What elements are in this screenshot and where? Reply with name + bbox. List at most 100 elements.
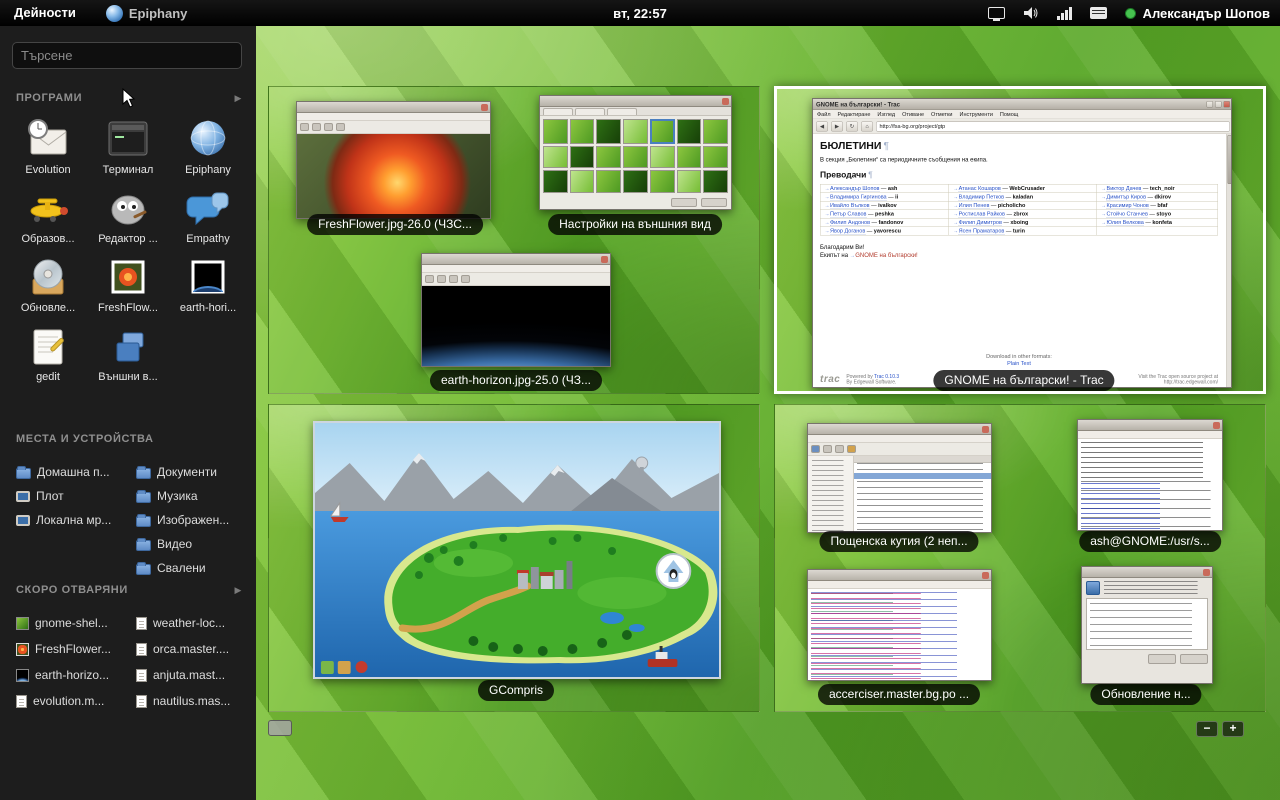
app-item-epiphany[interactable]: Epiphany bbox=[169, 116, 247, 176]
search-input[interactable] bbox=[12, 42, 242, 69]
recent-item[interactable]: anjuta.mast... bbox=[136, 662, 248, 688]
window-title-label: GNOME на български! - Trac bbox=[933, 370, 1114, 391]
window-updates[interactable] bbox=[1081, 566, 1213, 684]
place-videos[interactable]: Видео bbox=[136, 532, 248, 556]
menu-edit[interactable]: Редактиране bbox=[838, 111, 871, 117]
app-item-freshflower[interactable]: FreshFlow... bbox=[89, 254, 167, 314]
menu-help[interactable]: Помощ bbox=[1000, 111, 1018, 117]
place-pictures[interactable]: Изображен... bbox=[136, 508, 248, 532]
page-heading: БЮЛЕТИНИ¶ bbox=[820, 140, 1218, 152]
minimize-button[interactable] bbox=[1207, 101, 1214, 108]
url-bar[interactable]: http://fsa-bg.org/project/gtp bbox=[876, 121, 1230, 131]
window-po-editor[interactable] bbox=[807, 569, 992, 681]
workspace-1[interactable]: FreshFlower.jpg-26.0 (ЧЗС... Настройки н… bbox=[268, 86, 760, 394]
translator-link[interactable]: Филип Андонов bbox=[830, 220, 870, 227]
recent-item[interactable]: FreshFlower... bbox=[16, 636, 128, 662]
app-item-external-drives[interactable]: Външни в... bbox=[89, 323, 167, 383]
remove-workspace-button[interactable]: − bbox=[1196, 721, 1218, 737]
reload-button[interactable]: ↻ bbox=[846, 121, 858, 131]
programs-expand-icon[interactable]: ▶ bbox=[234, 93, 242, 104]
translator-link[interactable]: Явор Доганов bbox=[830, 228, 865, 235]
workspace-3[interactable]: GCompris bbox=[268, 404, 760, 712]
translator-link[interactable]: Ивайло Вълков bbox=[830, 203, 870, 210]
translator-link[interactable]: Юлия Велкова bbox=[1107, 220, 1144, 227]
close-button[interactable] bbox=[1224, 101, 1231, 108]
recent-item[interactable]: orca.master.... bbox=[136, 636, 248, 662]
window-freshflower[interactable] bbox=[296, 101, 491, 219]
translator-link[interactable]: Филип Димитров bbox=[959, 220, 1002, 227]
home-folder-icon bbox=[16, 468, 31, 479]
plain-text-link[interactable]: Plain Text bbox=[1007, 361, 1031, 367]
window-trac-browser[interactable]: GNOME на български! - Trac Файл Редактир… bbox=[812, 98, 1232, 388]
place-network[interactable]: Локална мр... bbox=[16, 508, 128, 532]
app-item-evolution[interactable]: Evolution bbox=[9, 116, 87, 176]
translator-link[interactable]: Ясен Праматаров bbox=[959, 228, 1005, 235]
app-item-terminal[interactable]: Терминал bbox=[89, 116, 167, 176]
translator-link[interactable]: Владимир Петков bbox=[959, 194, 1004, 201]
translator-link[interactable]: Александър Шопов bbox=[830, 186, 879, 193]
translator-link[interactable]: Виктор Дачев bbox=[1107, 186, 1142, 193]
window-menubar bbox=[422, 265, 610, 273]
app-item-earth-horizon[interactable]: earth-hori... bbox=[169, 254, 247, 314]
workspace-4[interactable]: Пощенска кутия (2 неп... ash@GNOME:/usr/… bbox=[774, 404, 1266, 712]
translator-link[interactable]: Красимир Чонов bbox=[1107, 203, 1149, 210]
app-menu-label: Epiphany bbox=[129, 6, 188, 21]
activities-button[interactable]: Дейности bbox=[0, 0, 90, 26]
translator-link[interactable]: Илия Пенев bbox=[959, 203, 990, 210]
add-workspace-button[interactable]: + bbox=[1222, 721, 1244, 737]
keyboard-icon[interactable] bbox=[1090, 7, 1107, 19]
browser-menubar: Файл Редактиране Изглед Отиване Отметки … bbox=[813, 110, 1232, 119]
window-mail[interactable] bbox=[807, 423, 992, 533]
translator-link[interactable]: Димитър Киров bbox=[1107, 194, 1147, 201]
place-downloads[interactable]: Свалени bbox=[136, 556, 248, 580]
pictures-folder-icon bbox=[136, 516, 151, 527]
volume-icon[interactable] bbox=[1023, 6, 1039, 20]
recent-item[interactable]: nautilus.mas... bbox=[136, 688, 248, 714]
translator-link[interactable]: Стойчо Станчев bbox=[1107, 211, 1148, 218]
window-earth-horizon[interactable] bbox=[421, 253, 611, 367]
place-music[interactable]: Музика bbox=[136, 484, 248, 508]
team-link[interactable]: GNOME на български! bbox=[855, 252, 918, 259]
dialog-buttons bbox=[1082, 650, 1212, 668]
place-documents[interactable]: Документи bbox=[136, 460, 248, 484]
window-title-label: earth-horizon.jpg-25.0 (ЧЗ... bbox=[430, 370, 602, 391]
app-menu[interactable]: Epiphany bbox=[106, 5, 188, 22]
recent-expand-icon[interactable]: ▶ bbox=[234, 585, 242, 596]
maximize-button[interactable] bbox=[1215, 101, 1222, 108]
places-list: Домашна п... Плот Локална мр... Документ… bbox=[16, 460, 248, 580]
place-desktop[interactable]: Плот bbox=[16, 484, 128, 508]
place-home[interactable]: Домашна п... bbox=[16, 460, 128, 484]
back-button[interactable]: ◀ bbox=[816, 121, 828, 131]
menu-bookmarks[interactable]: Отметки bbox=[931, 111, 952, 117]
scrollbar[interactable] bbox=[1226, 134, 1232, 388]
menu-tools[interactable]: Инструменти bbox=[959, 111, 992, 117]
workspace-indicator[interactable] bbox=[268, 720, 292, 736]
display-icon[interactable] bbox=[988, 7, 1005, 19]
window-appearance[interactable] bbox=[539, 95, 732, 210]
page-subheading: Преводачи¶ bbox=[820, 170, 1218, 180]
clock[interactable]: вт, 22:57 bbox=[613, 6, 667, 21]
translator-link[interactable]: Атанас Кошаров bbox=[959, 186, 1001, 193]
recent-item[interactable]: evolution.m... bbox=[16, 688, 128, 714]
translator-link[interactable]: Петър Славов bbox=[830, 211, 866, 218]
workspace-2-active[interactable]: GNOME на български! - Trac Файл Редактир… bbox=[774, 86, 1266, 394]
recent-item[interactable]: gnome-shel... bbox=[16, 610, 128, 636]
app-item-updates[interactable]: Обновле... bbox=[9, 254, 87, 314]
app-item-gedit[interactable]: gedit bbox=[9, 323, 87, 383]
forward-button[interactable]: ▶ bbox=[831, 121, 843, 131]
menu-go[interactable]: Отиване bbox=[902, 111, 924, 117]
menu-file[interactable]: Файл bbox=[817, 111, 831, 117]
window-gcompris[interactable] bbox=[313, 421, 721, 679]
app-item-gimp[interactable]: Редактор ... bbox=[89, 185, 167, 245]
translator-link[interactable]: Владимира Гиргинова bbox=[830, 194, 887, 201]
translator-link[interactable]: Ростислав Райков bbox=[959, 211, 1005, 218]
recent-item[interactable]: earth-horizo... bbox=[16, 662, 128, 688]
network-signal-icon[interactable] bbox=[1057, 7, 1072, 20]
app-item-gcompris[interactable]: Образов... bbox=[9, 185, 87, 245]
home-button[interactable]: ⌂ bbox=[861, 121, 873, 131]
recent-item[interactable]: weather-loc... bbox=[136, 610, 248, 636]
menu-view[interactable]: Изглед bbox=[877, 111, 895, 117]
window-terminal[interactable] bbox=[1077, 419, 1223, 531]
user-menu[interactable]: Александър Шопов bbox=[1125, 6, 1270, 21]
app-item-empathy[interactable]: Empathy bbox=[169, 185, 247, 245]
